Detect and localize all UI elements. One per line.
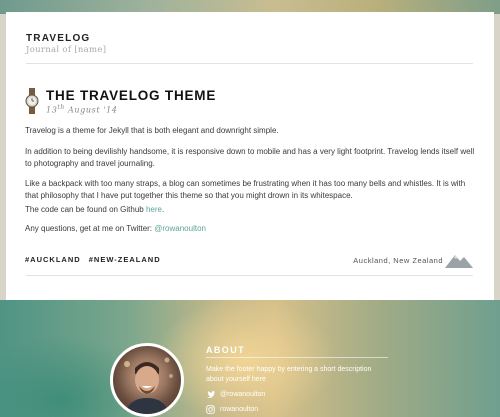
author-avatar (110, 343, 184, 417)
instagram-icon (206, 405, 215, 414)
post-paragraph: Travelog is a theme for Jekyll that is b… (25, 126, 279, 135)
post-paragraph: Any questions, get at me on Twitter: @ro… (25, 223, 477, 235)
post-paragraph: The code can be found on Github here. (25, 204, 477, 216)
mountain-icon (445, 255, 473, 268)
twitter-text: Any questions, get at me on Twitter: (25, 224, 155, 233)
github-text: The code can be found on Github (25, 205, 146, 214)
about-divider (206, 357, 388, 358)
post-title[interactable]: THE TRAVELOG THEME (46, 88, 216, 103)
site-title[interactable]: TRAVELOG (26, 33, 90, 44)
instagram-footer-link[interactable]: rowanoulton (206, 405, 258, 414)
tag-new-zealand[interactable]: #NEW-ZEALAND (89, 255, 161, 264)
post-date: 13th August '14 (46, 104, 117, 115)
post-location: Auckland, New Zealand (353, 256, 443, 265)
watch-icon (25, 88, 39, 114)
post-footer-divider (26, 275, 473, 276)
twitter-handle: @rowanoulton (220, 391, 266, 398)
footer-background-image (0, 300, 500, 417)
author-photo (124, 357, 173, 414)
post-paragraph: Like a backpack with too many straps, a … (25, 179, 466, 200)
twitter-icon (206, 391, 215, 398)
post-tags: #AUCKLAND #NEW-ZEALAND (25, 255, 166, 264)
about-heading: ABOUT (206, 345, 245, 355)
post-date-suffix: th (57, 104, 65, 111)
about-description: Make the footer happy by entering a shor… (206, 366, 372, 383)
post-date-day: 13 (46, 105, 58, 115)
github-link[interactable]: here (146, 205, 162, 214)
instagram-handle: rowanoulton (220, 406, 259, 413)
header-divider (26, 63, 473, 64)
post-date-rest: August '14 (64, 105, 118, 115)
github-text-end: . (162, 205, 165, 214)
site-subtitle: Journal of [name] (26, 45, 107, 55)
twitter-footer-link[interactable]: @rowanoulton (206, 390, 265, 399)
post-paragraph: In addition to being devilishly handsome… (25, 147, 475, 168)
twitter-link[interactable]: @rowanoulton (154, 224, 206, 233)
tag-auckland[interactable]: #AUCKLAND (25, 255, 81, 264)
